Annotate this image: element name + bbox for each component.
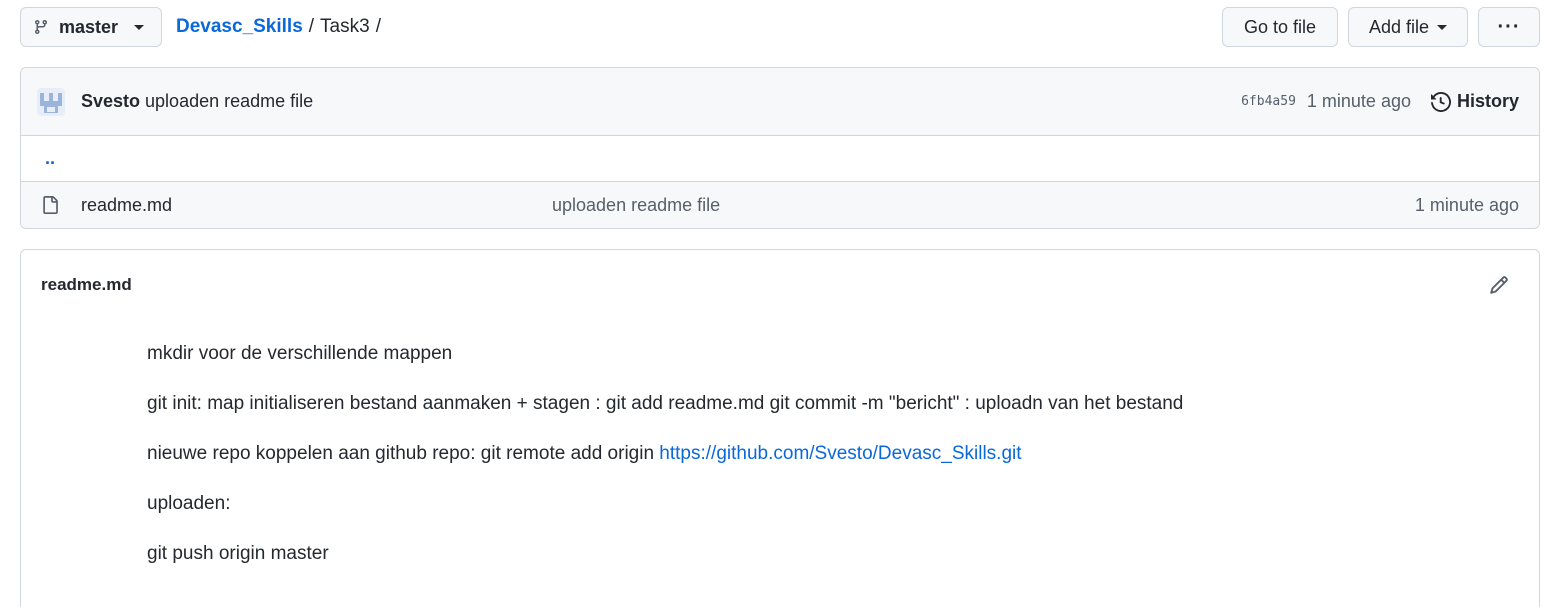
parent-directory-link[interactable]: .. [21,136,1539,182]
branch-name: master [59,16,119,37]
breadcrumb-separator: / [375,16,381,37]
readme-title: readme.md [41,275,132,294]
commit-sha-link[interactable]: 6fb4a59 [1241,94,1296,109]
file-icon [41,195,61,215]
file-commit-message-link[interactable]: uploaden readme file [552,195,720,216]
breadcrumb-current-folder: Task3 [320,16,370,37]
repo-url-link[interactable]: https://github.com/Svesto/Devasc_Skills.… [659,443,1021,464]
file-commit-time: 1 minute ago [1414,194,1519,215]
readme-paragraph: git init: map initialiseren bestand aanm… [147,393,1184,414]
go-to-file-button[interactable]: Go to file [1222,7,1338,47]
readme-content: mkdir voor de verschillende mappen git i… [147,342,1183,592]
readme-box: readme.md mkdir voor de verschillende ma… [20,249,1540,607]
latest-commit-row: Svesto uploaden readme file 6fb4a59 1 mi… [21,68,1539,136]
more-options-button[interactable]: ··· [1478,7,1540,47]
pencil-icon[interactable] [1489,275,1509,295]
caret-down-icon [1437,24,1448,30]
readme-paragraph: git push origin master [147,543,329,564]
readme-header: readme.md [21,250,1539,320]
table-row: readme.md uploaden readme file 1 minute … [21,182,1539,228]
history-icon [1430,91,1451,112]
file-name-link[interactable]: readme.md [81,195,552,216]
add-file-label: Add file [1368,16,1430,37]
toolbar-actions: Go to file Add file ··· [1222,7,1540,47]
breadcrumb-repo-link[interactable]: Devasc_Skills [176,16,303,38]
add-file-button[interactable]: Add file [1348,7,1468,47]
commit-time: 1 minute ago [1306,91,1411,111]
history-label: History [1456,91,1519,111]
git-branch-icon [33,19,49,35]
readme-paragraph-text: nieuwe repo koppelen aan github repo: gi… [147,443,660,464]
branch-select-button[interactable]: master [20,7,162,47]
commit-message-link[interactable]: uploaden readme file [145,91,313,112]
commit-author-link[interactable]: Svesto [81,91,140,112]
breadcrumb-separator: / [308,16,315,37]
readme-paragraph: nieuwe repo koppelen aan github repo: gi… [147,442,1183,466]
breadcrumb: Devasc_Skills / Task3 / [176,16,381,38]
avatar[interactable] [37,87,65,116]
history-link[interactable]: History [1430,91,1519,112]
file-navigation: master Devasc_Skills / Task3 / Go to fil… [20,7,1540,47]
commit-meta: 6fb4a59 1 minute ago History [1241,91,1519,112]
caret-down-icon [134,24,145,30]
readme-paragraph: uploaden: [147,493,231,514]
file-list-box: Svesto uploaden readme file 6fb4a59 1 mi… [20,67,1540,229]
readme-paragraph: mkdir voor de verschillende mappen [147,343,453,364]
